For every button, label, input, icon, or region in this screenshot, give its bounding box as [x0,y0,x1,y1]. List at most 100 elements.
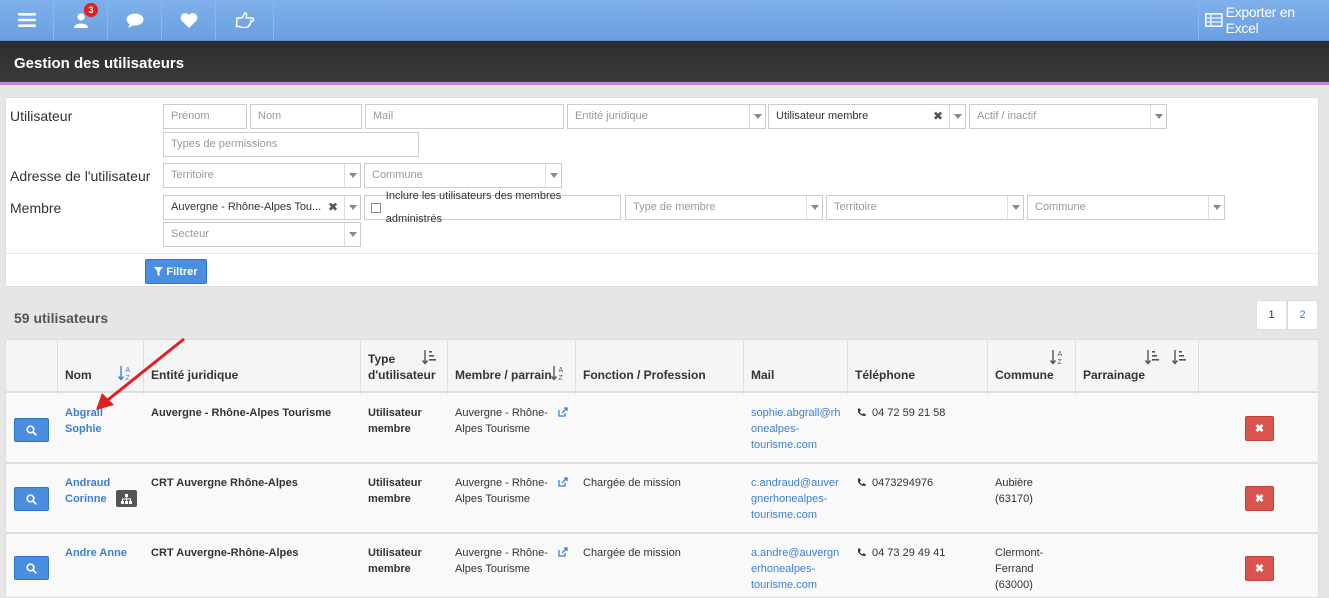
sort-alpha-icon[interactable]: AZ [1050,349,1064,366]
mail-input[interactable]: Mail [365,104,564,129]
header-fonction[interactable]: Fonction / Profession [583,367,706,383]
mail-link[interactable]: onealpes- [751,421,799,437]
user-name-link[interactable]: Sophie [65,421,102,437]
membre-label: Membre [10,200,62,216]
header-commune[interactable]: Commune [995,367,1054,383]
mail-link[interactable]: c.andraud@auver [751,475,839,491]
close-icon: ✖ [1254,423,1265,435]
search-icon [26,493,37,505]
mail-link[interactable]: tourisme.com [751,577,817,593]
permissions-input[interactable]: Types de permissions [163,132,419,157]
view-user-button[interactable] [14,556,49,580]
type-membre-placeholder: Type de membre [633,201,716,213]
sort-amount-icon[interactable] [1172,349,1186,365]
user-name-link[interactable]: Corinne [65,491,107,507]
chevron-down-icon [806,196,822,219]
mail-link[interactable]: tourisme.com [751,507,817,523]
export-label: Exporter en Excel [1225,4,1295,36]
mail-link[interactable]: erhonealpes- [751,561,815,577]
menu-button[interactable] [0,0,54,40]
header-type-line2[interactable]: d'utilisateur [368,367,436,383]
type-utilisateur-select[interactable]: Utilisateur membre ✖ [768,104,966,129]
type-cell: membre [368,493,411,505]
view-user-button[interactable] [14,418,49,442]
messages-button[interactable] [108,0,162,40]
sort-amount-icon[interactable] [422,349,436,365]
sponsorship-button[interactable] [216,0,274,40]
annotation-arrow-icon [96,337,185,410]
prenom-input[interactable]: Prénom [163,104,247,129]
external-link-icon[interactable] [558,547,568,557]
membre-cell: Auvergne - Rhône- [455,547,548,559]
chat-bubble-icon [126,13,143,28]
commune-cell: Clermont- [995,547,1044,559]
mail-link[interactable]: gnerhonealpes- [751,491,827,507]
page-title: Gestion des utilisateurs [14,55,185,72]
page-button-2[interactable]: 2 [1287,300,1318,330]
entite-juridique-placeholder: Entité juridique [575,110,648,122]
secteur-select[interactable]: Secteur [163,222,361,247]
actif-inactif-select[interactable]: Actif / inactif [969,104,1167,129]
header-type-line1[interactable]: Type [368,351,395,367]
entite-juridique-select[interactable]: Entité juridique [567,104,766,129]
type-cell: Utilisateur [368,547,422,559]
header-parrainage[interactable]: Parrainage [1083,367,1145,383]
fonction-cell: Chargée de mission [583,547,681,559]
header-membre[interactable]: Membre / parrain [455,367,552,383]
inclure-membres-checkbox[interactable]: Inclure les utilisateurs des membres adm… [364,190,621,225]
commune-cell: (63000) [995,579,1033,591]
funnel-icon [154,267,164,276]
close-icon: ✖ [1254,493,1265,505]
header-telephone[interactable]: Téléphone [855,367,915,383]
inclure-membres-label: Inclure les utilisateurs des membres adm… [385,189,562,225]
sort-alpha-icon[interactable]: AZ [551,365,565,382]
header-mail[interactable]: Mail [751,367,774,383]
delete-user-button[interactable]: ✖ [1245,416,1274,441]
delete-user-button[interactable]: ✖ [1245,486,1274,511]
checkbox-box[interactable] [371,202,381,213]
page-button-1[interactable]: 1 [1256,300,1287,330]
type-cell: Utilisateur [368,477,422,489]
filter-button-label: Filtrer [166,265,198,278]
view-user-button[interactable] [14,487,49,511]
territoire-select[interactable]: Territoire [163,163,361,188]
sort-amount-icon[interactable] [1145,349,1159,365]
org-chart-icon[interactable] [116,490,137,507]
favorites-button[interactable] [162,0,216,40]
mail-link[interactable]: a.andre@auvergn [751,545,839,561]
spreadsheet-icon [1205,13,1223,27]
commune-cell: (63170) [995,493,1033,505]
delete-user-button[interactable]: ✖ [1245,556,1274,581]
commune-placeholder: Commune [372,169,423,181]
membre-commune-select[interactable]: Commune [1027,195,1225,220]
user-name-link[interactable]: Andraud [65,475,110,491]
chevron-down-icon [1150,105,1166,128]
user-name-link[interactable]: Andre Anne [65,545,127,561]
membre-territoire-select[interactable]: Territoire [826,195,1024,220]
search-icon [26,562,37,574]
external-link-icon[interactable] [558,407,568,417]
chevron-down-icon [1208,196,1224,219]
filter-button[interactable]: Filtrer [145,259,207,284]
nom-input[interactable]: Nom [250,104,362,129]
results-count: 59 utilisateurs [14,310,109,326]
clear-icon[interactable]: ✖ [933,105,943,128]
mail-link[interactable]: sophie.abgrall@rh [751,405,840,421]
header-nom[interactable]: Nom [65,367,92,383]
export-excel-button[interactable]: Exporter en Excel [1198,0,1329,40]
type-membre-select[interactable]: Type de membre [625,195,823,220]
adresse-label: Adresse de l'utilisateur [10,168,151,184]
telephone-cell: 04 73 29 49 41 [872,547,946,559]
clear-icon[interactable]: ✖ [328,196,338,219]
svg-text:Z: Z [1058,359,1063,366]
commune-cell: Ferrand [995,563,1034,575]
membre-select[interactable]: Auvergne - Rhône-Alpes Tou... ✖ [163,195,361,220]
external-link-icon[interactable] [558,477,568,487]
membre-commune-placeholder: Commune [1035,201,1086,213]
type-cell: membre [368,563,411,575]
table-row [6,534,1318,597]
chevron-down-icon [344,223,360,246]
users-button[interactable]: 3 [54,0,108,40]
page-header: Gestion des utilisateurs [0,41,1329,85]
mail-link[interactable]: tourisme.com [751,437,817,453]
